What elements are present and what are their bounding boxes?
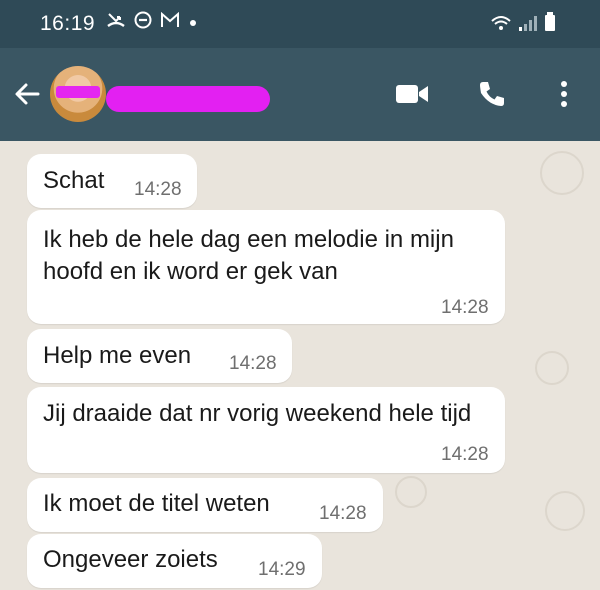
avatar-redaction — [56, 86, 100, 98]
background-doodle — [395, 476, 427, 508]
message-time: 14:28 — [441, 297, 489, 318]
back-button[interactable] — [8, 74, 48, 114]
status-system-icons — [490, 12, 556, 37]
missed-call-icon — [106, 11, 126, 35]
message-time: 14:28 — [134, 179, 182, 200]
chat-header — [0, 48, 600, 141]
battery-icon — [544, 12, 556, 37]
message-bubble[interactable]: Jij draaide dat nr vorig weekend hele ti… — [27, 387, 505, 473]
signal-icon — [518, 14, 538, 37]
video-call-button[interactable] — [392, 76, 432, 116]
message-text: Help me even — [43, 342, 192, 369]
contact-avatar[interactable] — [50, 66, 106, 122]
message-time: 14:28 — [229, 353, 277, 374]
message-text: Ik moet de titel weten — [43, 490, 270, 517]
status-bar: 16:19 — [0, 0, 600, 48]
background-doodle — [540, 151, 584, 195]
message-time: 14:28 — [319, 503, 367, 524]
message-text: Ik heb de hele dag een melodie in mijn h… — [43, 226, 454, 285]
message-bubble[interactable]: Ik heb de hele dag een melodie in mijn h… — [27, 210, 505, 324]
wifi-icon — [490, 14, 512, 37]
message-bubble[interactable]: Schat 14:28 — [27, 154, 197, 208]
message-bubble[interactable]: Ongeveer zoiets 14:29 — [27, 534, 322, 588]
status-time: 16:19 — [40, 12, 96, 35]
message-time: 14:29 — [258, 559, 306, 580]
back-arrow-icon — [8, 83, 48, 118]
do-not-disturb-icon — [134, 11, 152, 35]
message-bubble[interactable]: Ik moet de titel weten 14:28 — [27, 478, 383, 532]
voice-call-button[interactable] — [472, 76, 512, 116]
message-text: Schat — [43, 167, 105, 194]
message-time: 14:28 — [441, 444, 489, 465]
background-doodle — [535, 351, 569, 385]
gmail-icon — [160, 11, 180, 34]
more-options-icon — [558, 79, 570, 114]
video-call-icon — [394, 82, 430, 111]
more-options-button[interactable] — [544, 76, 584, 116]
status-notification-icons — [106, 11, 198, 35]
contact-name-redaction[interactable] — [106, 86, 270, 112]
message-list[interactable]: Schat 14:28 Ik heb de hele dag een melod… — [0, 141, 600, 590]
voice-call-icon — [477, 79, 507, 114]
message-bubble[interactable]: Help me even 14:28 — [27, 329, 292, 383]
message-text: Jij draaide dat nr vorig weekend hele ti… — [43, 400, 472, 427]
message-text: Ongeveer zoiets — [43, 546, 218, 573]
notification-dot-icon — [188, 12, 198, 34]
background-doodle — [545, 491, 585, 531]
